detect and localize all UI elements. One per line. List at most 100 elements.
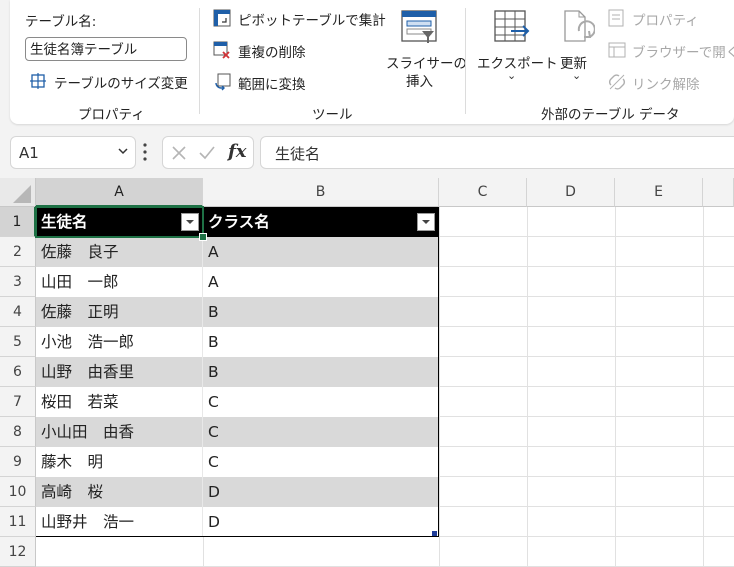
remove-duplicates-icon <box>213 41 230 59</box>
formula-value: 生徒名 <box>275 145 321 163</box>
column-header-e[interactable]: E <box>615 178 703 207</box>
insert-slicer-button[interactable]: スライサーの 挿入 <box>382 7 467 91</box>
open-in-browser-icon <box>608 42 626 58</box>
table-cell[interactable]: 桜田 若菜 <box>36 387 203 417</box>
row-header-5[interactable]: 5 <box>0 327 36 357</box>
gridline <box>703 207 704 567</box>
pivot-summarize-button[interactable]: ピボットテーブルで集計 <box>213 7 386 29</box>
table-cell[interactable]: D <box>203 477 439 507</box>
table-header-cell[interactable]: クラス名 <box>203 207 439 237</box>
row-header-8[interactable]: 8 <box>0 417 36 447</box>
name-box-value: A1 <box>19 144 39 162</box>
row-header-12[interactable]: 12 <box>0 537 36 567</box>
row-header-3[interactable]: 3 <box>0 267 36 297</box>
unlink-button[interactable]: リンク解除 <box>608 71 718 93</box>
ribbon-separator <box>465 8 466 114</box>
table-cell[interactable]: 山田 一郎 <box>36 267 203 297</box>
export-button[interactable]: エクスポート ⌄ <box>475 7 558 91</box>
insert-slicer-label-line2: 挿入 <box>406 74 433 90</box>
table-cell[interactable]: 山野井 浩一 <box>36 507 203 537</box>
unlink-label: リンク解除 <box>632 77 700 93</box>
gridline <box>439 207 440 567</box>
table-cell[interactable]: B <box>203 327 439 357</box>
row-header-6[interactable]: 6 <box>0 357 36 387</box>
refresh-icon <box>564 10 595 42</box>
gridline <box>203 537 204 567</box>
remove-duplicates-label: 重複の削除 <box>238 45 306 61</box>
row-header-9[interactable]: 9 <box>0 447 36 477</box>
properties-group-label: プロパティ <box>78 107 145 123</box>
row-header-1[interactable]: 1 <box>0 207 36 237</box>
external-properties-label: プロパティ <box>632 13 699 29</box>
open-in-browser-button[interactable]: ブラウザーで開く <box>608 39 734 61</box>
column-header-a[interactable]: A <box>36 178 203 207</box>
name-box[interactable]: A1 <box>10 136 136 169</box>
formula-input[interactable]: 生徒名 <box>260 136 734 169</box>
remove-duplicates-button[interactable]: 重複の削除 <box>213 39 333 61</box>
table-cell[interactable]: A <box>203 267 439 297</box>
pivot-summarize-label: ピボットテーブルで集計 <box>238 13 386 29</box>
table-cell[interactable]: 小山田 由香 <box>36 417 203 447</box>
export-label: エクスポート <box>477 56 558 72</box>
slicer-icon <box>401 10 437 43</box>
chevron-down-icon[interactable] <box>117 145 129 161</box>
table-cell[interactable]: 佐藤 良子 <box>36 237 203 267</box>
table-cell[interactable]: C <box>203 447 439 477</box>
filter-dropdown-icon[interactable] <box>417 213 435 231</box>
column-header-d[interactable]: D <box>527 178 615 207</box>
filter-dropdown-icon[interactable] <box>181 213 199 231</box>
convert-to-range-icon <box>215 73 231 91</box>
column-header-b[interactable]: B <box>203 178 439 207</box>
select-all-corner[interactable] <box>0 178 36 207</box>
table-bottom-border <box>36 536 439 537</box>
row-header-7[interactable]: 7 <box>0 387 36 417</box>
row-header-11[interactable]: 11 <box>0 507 36 537</box>
convert-to-range-button[interactable]: 範囲に変換 <box>213 71 333 93</box>
table-cell[interactable]: 小池 浩一郎 <box>36 327 203 357</box>
more-options-icon[interactable] <box>143 141 147 163</box>
external-properties-button[interactable]: プロパティ <box>608 7 718 29</box>
table-cell[interactable]: B <box>203 297 439 327</box>
enter-check-icon[interactable] <box>198 145 216 161</box>
table-cell[interactable]: 藤木 明 <box>36 447 203 477</box>
gridline <box>615 207 616 567</box>
table-cell[interactable]: C <box>203 417 439 447</box>
cancel-icon[interactable] <box>171 145 187 161</box>
table-cell[interactable]: B <box>203 357 439 387</box>
table-cell[interactable]: 佐藤 正明 <box>36 297 203 327</box>
resize-table-label: テーブルのサイズ変更 <box>54 76 188 92</box>
convert-to-range-label: 範囲に変換 <box>238 77 306 93</box>
worksheet-grid: A B C D E 1 2 3 4 5 6 7 8 9 10 11 12 生徒名 クラス名 佐藤 良子 A 山田 一郎 A 佐… <box>0 178 734 567</box>
formula-actions: fx <box>162 136 254 169</box>
export-chevron-icon: ⌄ <box>507 69 517 82</box>
refresh-button[interactable]: 更新 ⌄ <box>557 7 597 91</box>
row-header-2[interactable]: 2 <box>0 237 36 267</box>
refresh-chevron-icon: ⌄ <box>572 69 582 82</box>
column-header-partial[interactable] <box>703 178 734 207</box>
table-resize-handle[interactable] <box>432 531 437 536</box>
insert-function-icon[interactable]: fx <box>228 141 246 162</box>
table-name-label: テーブル名: <box>25 14 97 30</box>
row-header-4[interactable]: 4 <box>0 297 36 327</box>
external-data-group-label: 外部のテーブル データ <box>541 107 680 123</box>
pivot-table-icon <box>213 9 231 27</box>
unlink-icon <box>609 74 625 90</box>
table-cell[interactable]: 高崎 桜 <box>36 477 203 507</box>
table-name-input[interactable]: 生徒名簿テーブル <box>25 37 187 61</box>
row-header-10[interactable]: 10 <box>0 477 36 507</box>
table-cell[interactable]: D <box>203 507 439 537</box>
ribbon-separator <box>199 8 200 114</box>
table-header-cell[interactable]: 生徒名 <box>36 207 203 237</box>
table-cell[interactable]: A <box>203 237 439 267</box>
export-icon <box>494 10 530 42</box>
insert-slicer-label-line1: スライサーの <box>386 56 467 72</box>
open-in-browser-label: ブラウザーで開く <box>632 45 734 61</box>
gridline <box>527 207 528 567</box>
table-cell[interactable]: C <box>203 387 439 417</box>
properties-icon <box>608 9 624 27</box>
column-header-c[interactable]: C <box>439 178 527 207</box>
fill-handle[interactable] <box>199 233 207 241</box>
table-cell[interactable]: 山野 由香里 <box>36 357 203 387</box>
ribbon: テーブル名: 生徒名簿テーブル テーブルのサイズ変更 プロパティ ピボットテーブ… <box>10 0 734 124</box>
resize-table-icon <box>30 73 46 89</box>
